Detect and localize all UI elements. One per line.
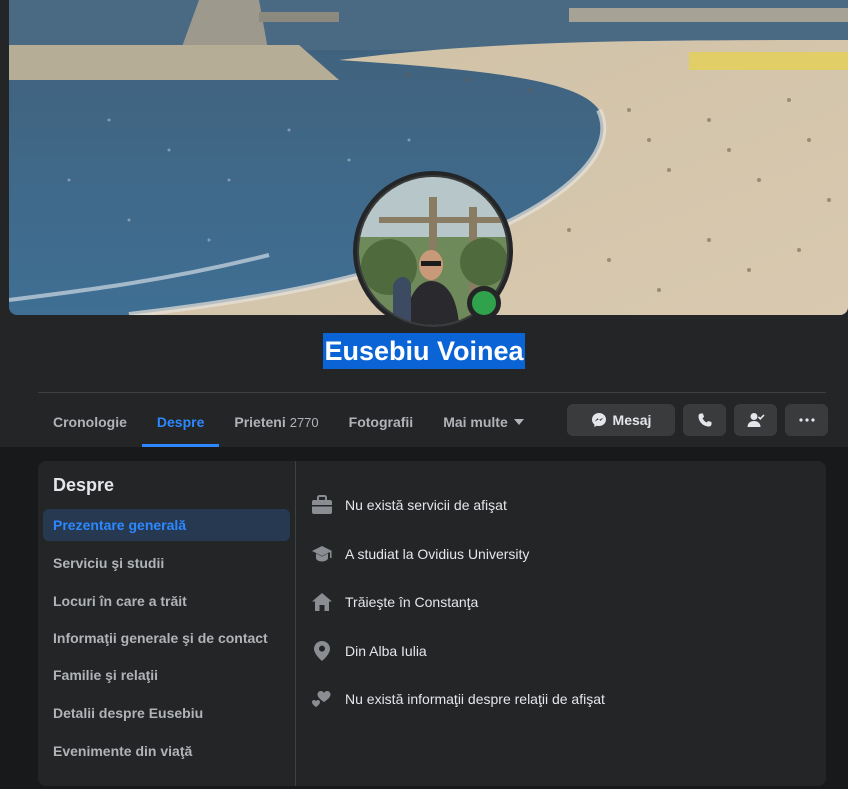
about-title: Despre [53,475,115,495]
about-nav-details[interactable]: Detalii despre Eusebiu [43,697,290,729]
nav-label: Evenimente din viaţă [53,743,193,759]
profile-header: Eusebiu Voinea Cronologie Despre Prieten… [0,0,848,447]
tab-prieteni[interactable]: Prieteni 2770 [219,397,333,447]
tab-cronologie[interactable]: Cronologie [38,397,142,447]
tab-label: Cronologie [53,414,127,430]
tab-despre[interactable]: Despre [141,397,220,447]
more-options-button[interactable] [785,404,828,436]
message-button[interactable]: Mesaj [567,404,675,436]
profile-name: Eusebiu Voinea [323,333,525,369]
hearts-icon [310,687,334,711]
info-text: Trăieşte în Constanţa [345,594,479,610]
about-nav-places-lived[interactable]: Locuri în care a trăit [43,585,290,617]
friend-check-icon [747,413,765,427]
friends-button[interactable] [734,404,777,436]
ellipsis-icon [798,418,815,422]
briefcase-icon [310,493,334,517]
about-card: Despre Prezentare generală Serviciu şi s… [38,461,826,786]
nav-label: Informaţii generale şi de contact [53,630,268,646]
tab-label: Mai multe [443,414,508,430]
profile-tabs: Cronologie Despre Prieteni 2770 Fotografi… [38,397,539,447]
about-nav-work-education[interactable]: Serviciu şi studii [43,547,290,579]
tab-label: Despre [156,414,205,430]
info-education: A studiat la Ovidius University [310,539,529,569]
nav-label: Familie şi relaţii [53,667,159,683]
messenger-icon [591,413,606,427]
profile-page: Eusebiu Voinea Cronologie Despre Prieten… [0,0,848,789]
tab-fotografii[interactable]: Fotografii [334,397,429,447]
message-button-label: Mesaj [612,412,652,428]
about-nav-contact-info[interactable]: Informaţii generale şi de contact [43,622,290,654]
online-status-indicator [467,286,501,320]
info-text: A studiat la Ovidius University [345,546,530,562]
info-work: Nu există servicii de afişat [310,490,507,520]
info-text: Nu există informaţii despre relaţii de a… [345,691,605,707]
info-current-city: Trăieşte în Constanţa [310,587,478,617]
info-text: Nu există servicii de afişat [345,497,507,513]
call-button[interactable] [683,404,726,436]
home-icon [310,590,334,614]
tab-label: Fotografii [348,414,414,430]
about-nav-overview[interactable]: Prezentare generală [43,509,290,541]
phone-icon [698,413,711,427]
nav-label: Detalii despre Eusebiu [53,705,204,721]
nav-label: Serviciu şi studii [53,555,165,571]
info-text: Din Alba Iulia [345,643,427,659]
tab-mai-multe[interactable]: Mai multe [428,397,539,447]
profile-actions: Mesaj [567,404,828,436]
location-pin-icon [310,639,334,663]
friends-count: 2770 [289,414,319,430]
nav-label: Prezentare generală [53,517,187,533]
info-relationship: Nu există informaţii despre relaţii de a… [310,684,605,714]
info-hometown: Din Alba Iulia [310,636,427,666]
about-nav: Despre Prezentare generală Serviciu şi s… [38,461,296,786]
caret-down-icon [513,419,524,425]
tab-label: Prieteni [234,414,286,430]
about-nav-family-relationships[interactable]: Familie şi relaţii [43,659,290,691]
nav-label: Locuri în care a trăit [53,593,187,609]
about-nav-life-events[interactable]: Evenimente din viaţă [43,735,290,767]
header-divider [38,392,826,393]
graduation-cap-icon [310,542,334,566]
